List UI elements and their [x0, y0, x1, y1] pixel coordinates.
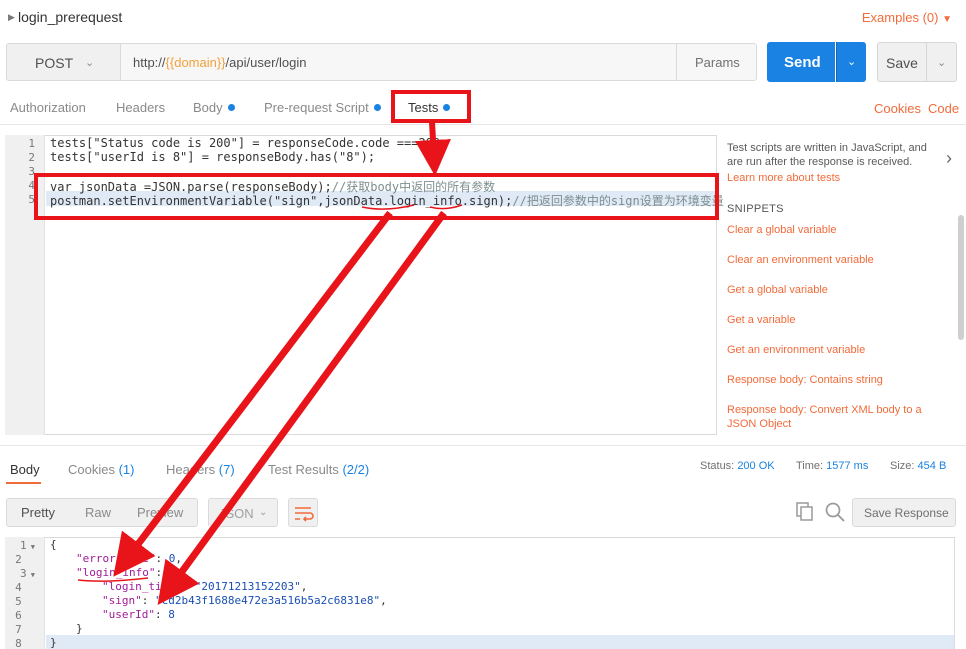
tab-body[interactable]: Body — [193, 100, 235, 115]
save-response-button[interactable]: Save Response — [852, 498, 956, 527]
method-select[interactable]: POST ⌄ — [6, 43, 121, 81]
line-number: 1 — [28, 137, 35, 150]
send-options-button[interactable]: ⌄ — [836, 42, 866, 82]
url-variable: {{domain}} — [165, 55, 226, 70]
modified-dot-icon — [443, 104, 451, 111]
response-tab-body[interactable]: Body — [10, 462, 40, 477]
line-number: 7 — [15, 623, 22, 636]
active-line-highlight — [46, 635, 954, 649]
send-button[interactable]: Send — [767, 42, 835, 82]
copy-icon[interactable] — [795, 501, 815, 526]
tab-tests[interactable]: Tests — [408, 100, 451, 115]
snippet-link[interactable]: Response body: Convert XML body to a JSO… — [727, 403, 942, 431]
examples-dropdown[interactable]: Examples (0) ▼ — [862, 10, 952, 25]
divider — [0, 445, 966, 446]
line-number: 3 — [28, 165, 35, 178]
chevron-down-icon: ▼ — [942, 14, 952, 25]
line-number: 3 ▼ — [19, 567, 35, 580]
learn-more-link[interactable]: Learn more about tests — [727, 172, 840, 184]
line-number: 2 — [15, 553, 22, 566]
snippet-link[interactable]: Get an environment variable — [727, 343, 942, 357]
request-name[interactable]: login_prerequest — [18, 9, 122, 25]
cookies-link[interactable]: Cookies — [874, 101, 921, 116]
url-input[interactable]: http://{{domain}}/api/user/login — [121, 43, 676, 81]
snippet-link[interactable]: Get a variable — [727, 313, 942, 327]
line-number: 1 ▼ — [19, 539, 35, 552]
line-number: 4 — [28, 179, 35, 192]
sidebar-scrollbar[interactable] — [958, 215, 964, 340]
code-line-2: tests["userId is 8"] = responseBody.has(… — [50, 150, 376, 164]
divider — [0, 124, 966, 125]
code-line-1: tests["Status code is 200"] = responseCo… — [50, 136, 448, 150]
line-number: 5 — [15, 595, 22, 608]
fold-icon[interactable]: ▼ — [27, 543, 35, 551]
snippets-heading: SNIPPETS — [727, 203, 784, 215]
response-time: Time: 1577 ms — [796, 460, 869, 472]
line-number: 8 — [15, 637, 22, 649]
chevron-right-icon[interactable]: › — [946, 148, 952, 169]
chevron-down-icon: ⌄ — [259, 507, 268, 518]
wrap-icon — [295, 507, 314, 522]
active-tab-indicator — [398, 121, 464, 123]
code-line-5: postman.setEnvironmentVariable("sign",js… — [50, 194, 724, 208]
response-tab-cookies[interactable]: Cookies (1) — [68, 462, 134, 477]
snippet-link[interactable]: Clear a global variable — [727, 223, 942, 237]
tests-description: Test scripts are written in JavaScript, … — [727, 142, 927, 168]
chevron-down-icon: ⌄ — [937, 57, 947, 69]
params-button[interactable]: Params — [676, 43, 757, 81]
chevron-down-icon: ⌄ — [847, 56, 857, 68]
active-tab-indicator — [6, 482, 41, 484]
chevron-down-icon: ⌄ — [85, 57, 95, 69]
search-icon[interactable] — [824, 501, 846, 526]
response-size: Size: 454 B — [890, 460, 947, 472]
tab-authorization[interactable]: Authorization — [10, 100, 86, 115]
view-pretty-button[interactable]: Pretty — [21, 505, 55, 520]
tab-pre-request-script[interactable]: Pre-request Script — [264, 100, 381, 115]
collapse-caret-icon[interactable]: ▶ — [8, 12, 15, 23]
snippet-link[interactable]: Get a global variable — [727, 283, 942, 297]
tab-headers[interactable]: Headers — [116, 100, 165, 115]
save-options-button[interactable]: ⌄ — [927, 42, 957, 82]
response-tab-headers[interactable]: Headers (7) — [166, 462, 235, 477]
json-open-brace: { — [50, 538, 57, 551]
fold-icon[interactable]: ▼ — [27, 571, 35, 579]
view-preview-button[interactable]: Preview — [137, 505, 183, 520]
line-number: 4 — [15, 581, 22, 594]
snippet-link[interactable]: Clear an environment variable — [727, 253, 942, 267]
line-number: 6 — [15, 609, 22, 622]
wrap-lines-button[interactable] — [288, 498, 318, 527]
response-tab-test-results[interactable]: Test Results (2/2) — [268, 462, 369, 477]
format-select[interactable]: JSON ⌄ — [208, 498, 278, 527]
json-line-login-info: "login_info": { — [76, 566, 176, 579]
modified-dot-icon — [227, 104, 235, 111]
line-number: 2 — [28, 151, 35, 164]
request-title-bar — [0, 0, 966, 36]
json-line-error-code: "error_code": 0, — [76, 552, 182, 565]
line-number: 5 — [28, 193, 35, 206]
snippet-link[interactable]: Response body: Contains string — [727, 373, 942, 387]
json-line-sign: "sign": "cd2b43f1688e472e3a516b5a2c6831e… — [102, 594, 387, 607]
json-close-brace: } — [50, 636, 57, 649]
modified-dot-icon — [373, 104, 381, 111]
response-status: Status: 200 OK — [700, 460, 775, 472]
json-close-inner: } — [76, 622, 83, 635]
json-line-userid: "userId": 8 — [102, 608, 175, 621]
code-link[interactable]: Code — [928, 101, 959, 116]
json-line-login-time: "login_time": "20171213152203", — [102, 580, 308, 593]
save-button[interactable]: Save — [877, 42, 927, 82]
view-raw-button[interactable]: Raw — [85, 505, 111, 520]
